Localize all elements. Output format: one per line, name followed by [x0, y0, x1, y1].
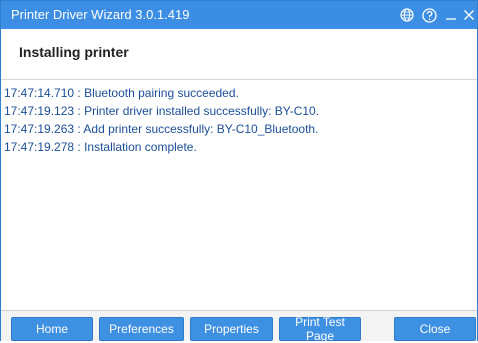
window-title: Printer Driver Wizard 3.0.1.419 — [11, 7, 190, 22]
log-line: 17:47:19.123 : Printer driver installed … — [4, 104, 320, 118]
button-bar: Home Preferences Properties Print Test P… — [1, 310, 477, 343]
log-line: 17:47:14.710 : Bluetooth pairing succeed… — [4, 86, 239, 100]
title-bar[interactable]: Printer Driver Wizard 3.0.1.419 — [1, 1, 477, 29]
close-button[interactable]: Close — [394, 317, 476, 341]
close-icon[interactable] — [461, 7, 477, 23]
properties-button[interactable]: Properties — [190, 317, 273, 341]
log-line: 17:47:19.278 : Installation complete. — [4, 140, 197, 154]
wizard-window: Printer Driver Wizard 3.0.1.419 Installi… — [0, 0, 478, 343]
preferences-button[interactable]: Preferences — [99, 317, 184, 341]
help-icon[interactable] — [421, 7, 437, 23]
installation-log[interactable]: 17:47:14.710 : Bluetooth pairing succeed… — [1, 80, 477, 310]
page-header: Installing printer — [1, 29, 477, 80]
log-line: 17:47:19.263 : Add printer successfully:… — [4, 122, 319, 136]
globe-icon[interactable] — [399, 7, 415, 23]
page-title: Installing printer — [19, 44, 129, 60]
minimize-icon[interactable] — [443, 7, 459, 23]
print-test-page-button[interactable]: Print Test Page — [279, 315, 361, 343]
home-button[interactable]: Home — [11, 317, 93, 341]
